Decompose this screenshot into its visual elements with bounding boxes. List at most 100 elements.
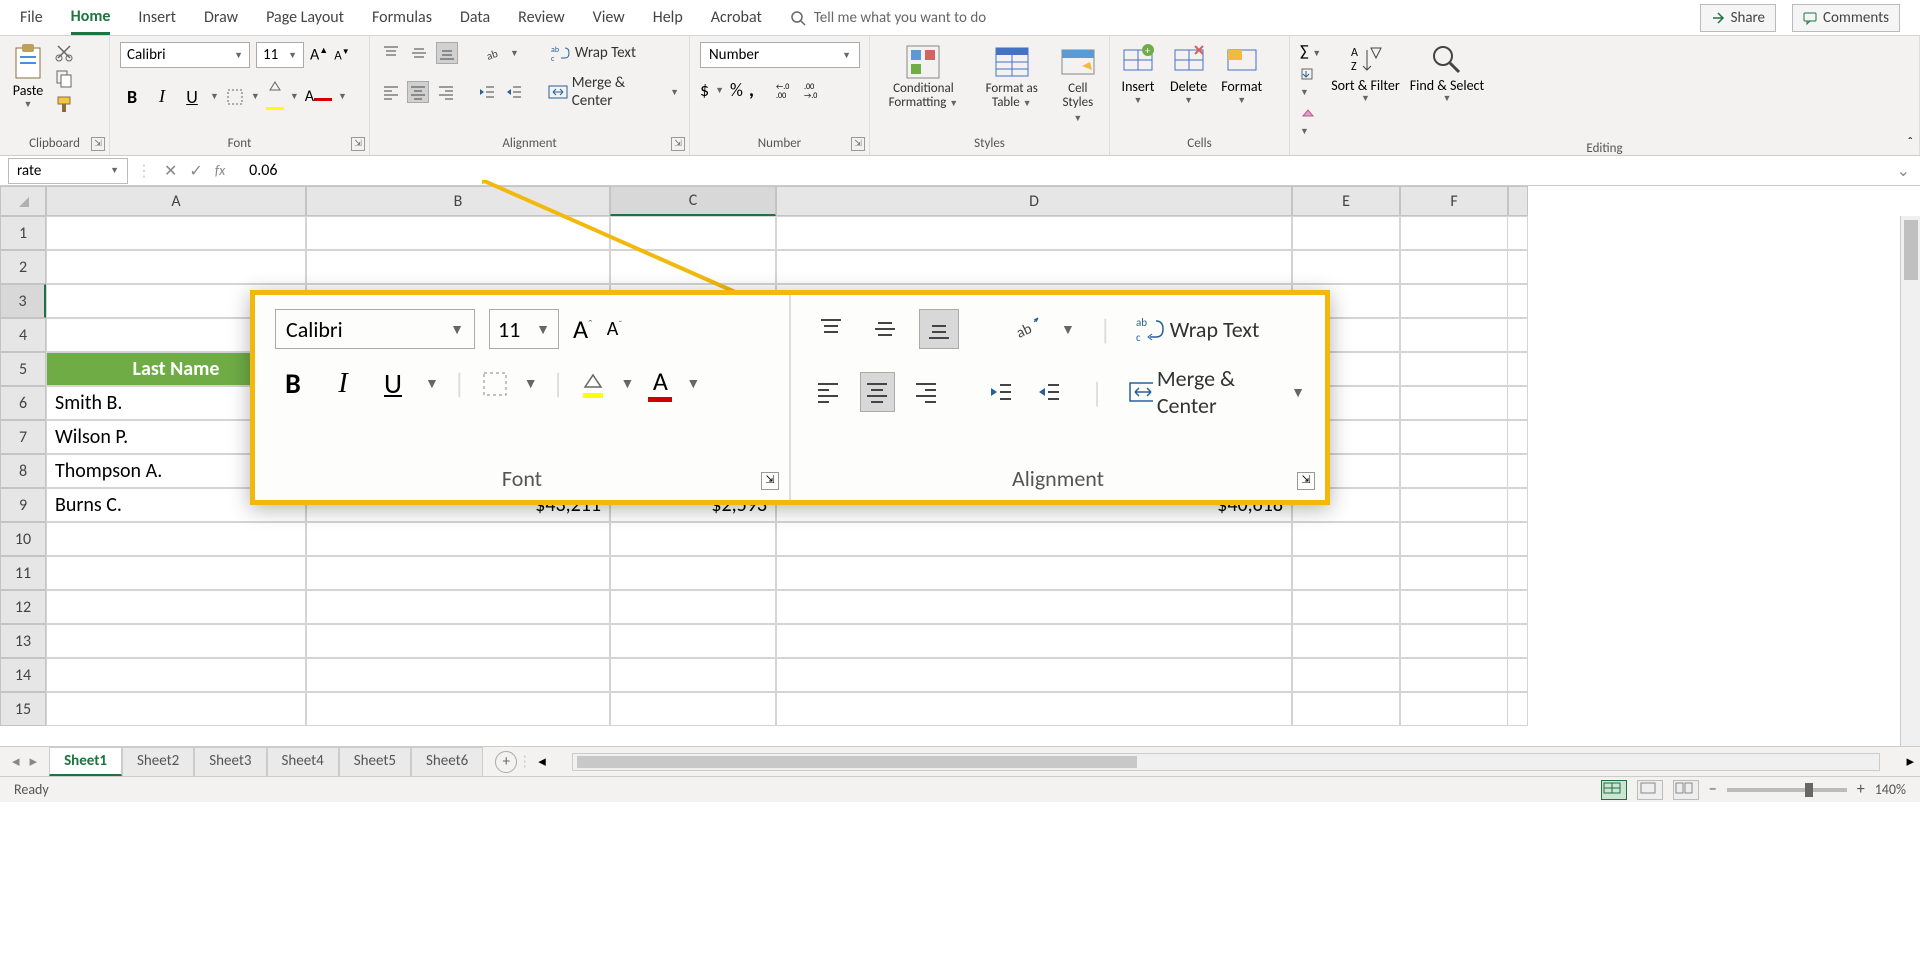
format-painter-icon[interactable] (54, 94, 74, 114)
cell[interactable] (1400, 352, 1508, 386)
row-header[interactable]: 4 (0, 318, 46, 352)
format-cells-button[interactable]: Format▼ (1221, 42, 1262, 106)
callout-underline-button[interactable]: U (375, 366, 411, 401)
hscroll-thumb[interactable] (577, 756, 1137, 768)
tab-file[interactable]: File (20, 2, 43, 33)
font-color-dropdown[interactable]: ▼ (338, 91, 347, 102)
italic-button[interactable]: I (150, 86, 174, 107)
callout-font-name-combo[interactable]: Calibri▼ (275, 309, 475, 349)
copy-icon[interactable] (54, 68, 74, 88)
column-header-f[interactable]: F (1400, 186, 1508, 216)
horizontal-scrollbar[interactable] (572, 753, 1881, 771)
cell[interactable] (610, 556, 776, 590)
callout-fill-dropdown[interactable]: ▼ (621, 375, 635, 392)
column-header-a[interactable]: A (46, 186, 306, 216)
callout-borders-button[interactable] (480, 369, 510, 399)
cell-styles-button[interactable]: Cell Styles ▼ (1057, 42, 1099, 125)
accounting-format-button[interactable]: $ (700, 79, 709, 101)
cell[interactable] (1400, 250, 1508, 284)
formula-input[interactable] (237, 161, 1886, 180)
hscroll-left[interactable]: ◂ (532, 752, 552, 771)
decrease-font-icon[interactable]: A▼ (334, 47, 349, 63)
cell[interactable] (1292, 590, 1400, 624)
cell[interactable] (306, 216, 610, 250)
cell[interactable] (46, 692, 306, 726)
increase-font-icon[interactable]: A▲ (310, 45, 328, 64)
cell[interactable] (46, 216, 306, 250)
paste-button[interactable]: Paste ▼ (10, 42, 46, 110)
cell[interactable] (1400, 624, 1508, 658)
cell[interactable] (776, 624, 1292, 658)
cell[interactable] (610, 624, 776, 658)
cell[interactable] (1400, 658, 1508, 692)
cell[interactable] (1292, 624, 1400, 658)
sheet-tab[interactable]: Sheet6 (411, 747, 483, 776)
sort-filter-button[interactable]: AZ Sort & Filter▼ (1331, 42, 1400, 104)
align-top-button[interactable] (380, 42, 402, 64)
font-size-combo[interactable]: 11▼ (256, 42, 304, 68)
row-header[interactable]: 11 (0, 556, 46, 590)
tab-home[interactable]: Home (71, 1, 111, 35)
percent-format-button[interactable]: % (730, 79, 743, 101)
cell[interactable] (1400, 454, 1508, 488)
font-name-combo[interactable]: Calibri▼ (120, 42, 250, 68)
tab-insert[interactable]: Insert (138, 2, 176, 33)
page-break-view-button[interactable] (1673, 780, 1699, 800)
name-box[interactable]: rate▼ (8, 158, 128, 184)
cell[interactable] (46, 658, 306, 692)
callout-orientation[interactable]: ab (1007, 309, 1047, 349)
cell[interactable] (1400, 488, 1508, 522)
cell[interactable] (776, 216, 1292, 250)
callout-underline-dropdown[interactable]: ▼ (425, 375, 439, 392)
zoom-thumb[interactable] (1805, 783, 1813, 797)
tell-me-search[interactable]: Tell me what you want to do (790, 9, 986, 27)
callout-increase-indent[interactable] (1032, 372, 1067, 412)
insert-function-button[interactable]: fx (215, 162, 225, 179)
cell[interactable] (610, 216, 776, 250)
callout-font-dialog-launcher[interactable]: ⇲ (761, 472, 779, 490)
column-header-b[interactable]: B (306, 186, 610, 216)
borders-dropdown[interactable]: ▼ (251, 91, 260, 102)
cell[interactable] (776, 556, 1292, 590)
row-header[interactable]: 12 (0, 590, 46, 624)
font-color-button[interactable]: A (305, 87, 332, 106)
cell[interactable] (1400, 284, 1508, 318)
row-header[interactable]: 10 (0, 522, 46, 556)
sheet-tab[interactable]: Sheet3 (194, 747, 266, 776)
callout-decrease-indent[interactable] (983, 372, 1018, 412)
callout-align-top[interactable] (811, 309, 851, 349)
alignment-dialog-launcher[interactable]: ⇲ (671, 137, 685, 151)
row-header[interactable]: 7 (0, 420, 46, 454)
cell[interactable] (776, 522, 1292, 556)
increase-indent-button[interactable] (503, 81, 524, 103)
cell[interactable] (306, 624, 610, 658)
cell[interactable] (1400, 318, 1508, 352)
callout-increase-font[interactable]: Aˆ (573, 313, 593, 345)
fill-color-button[interactable] (266, 78, 284, 115)
cell[interactable] (1292, 250, 1400, 284)
cell[interactable] (610, 250, 776, 284)
tab-help[interactable]: Help (653, 2, 683, 33)
cell[interactable] (1292, 556, 1400, 590)
align-middle-button[interactable] (408, 42, 430, 64)
callout-align-left[interactable] (811, 372, 846, 412)
select-all-corner[interactable] (0, 186, 46, 216)
find-select-button[interactable]: Find & Select▼ (1410, 42, 1484, 104)
add-sheet-button[interactable]: + (495, 751, 517, 773)
cut-icon[interactable] (54, 42, 74, 62)
cell[interactable] (776, 658, 1292, 692)
underline-dropdown[interactable]: ▼ (210, 91, 219, 102)
column-header-c[interactable]: C (610, 186, 776, 216)
hscroll-right[interactable]: ▸ (1900, 752, 1920, 771)
format-as-table-button[interactable]: Format as Table ▼ (981, 42, 1043, 111)
wrap-text-button[interactable]: abc Wrap Text (551, 44, 636, 62)
page-layout-view-button[interactable] (1637, 780, 1663, 800)
row-header[interactable]: 8 (0, 454, 46, 488)
cell[interactable] (1292, 658, 1400, 692)
column-header-d[interactable]: D (776, 186, 1292, 216)
cell[interactable] (306, 522, 610, 556)
callout-align-right[interactable] (909, 372, 944, 412)
clear-button[interactable]: ▼ (1300, 106, 1321, 139)
sheet-nav-prev[interactable]: ◂ (12, 752, 20, 771)
cell[interactable] (46, 556, 306, 590)
